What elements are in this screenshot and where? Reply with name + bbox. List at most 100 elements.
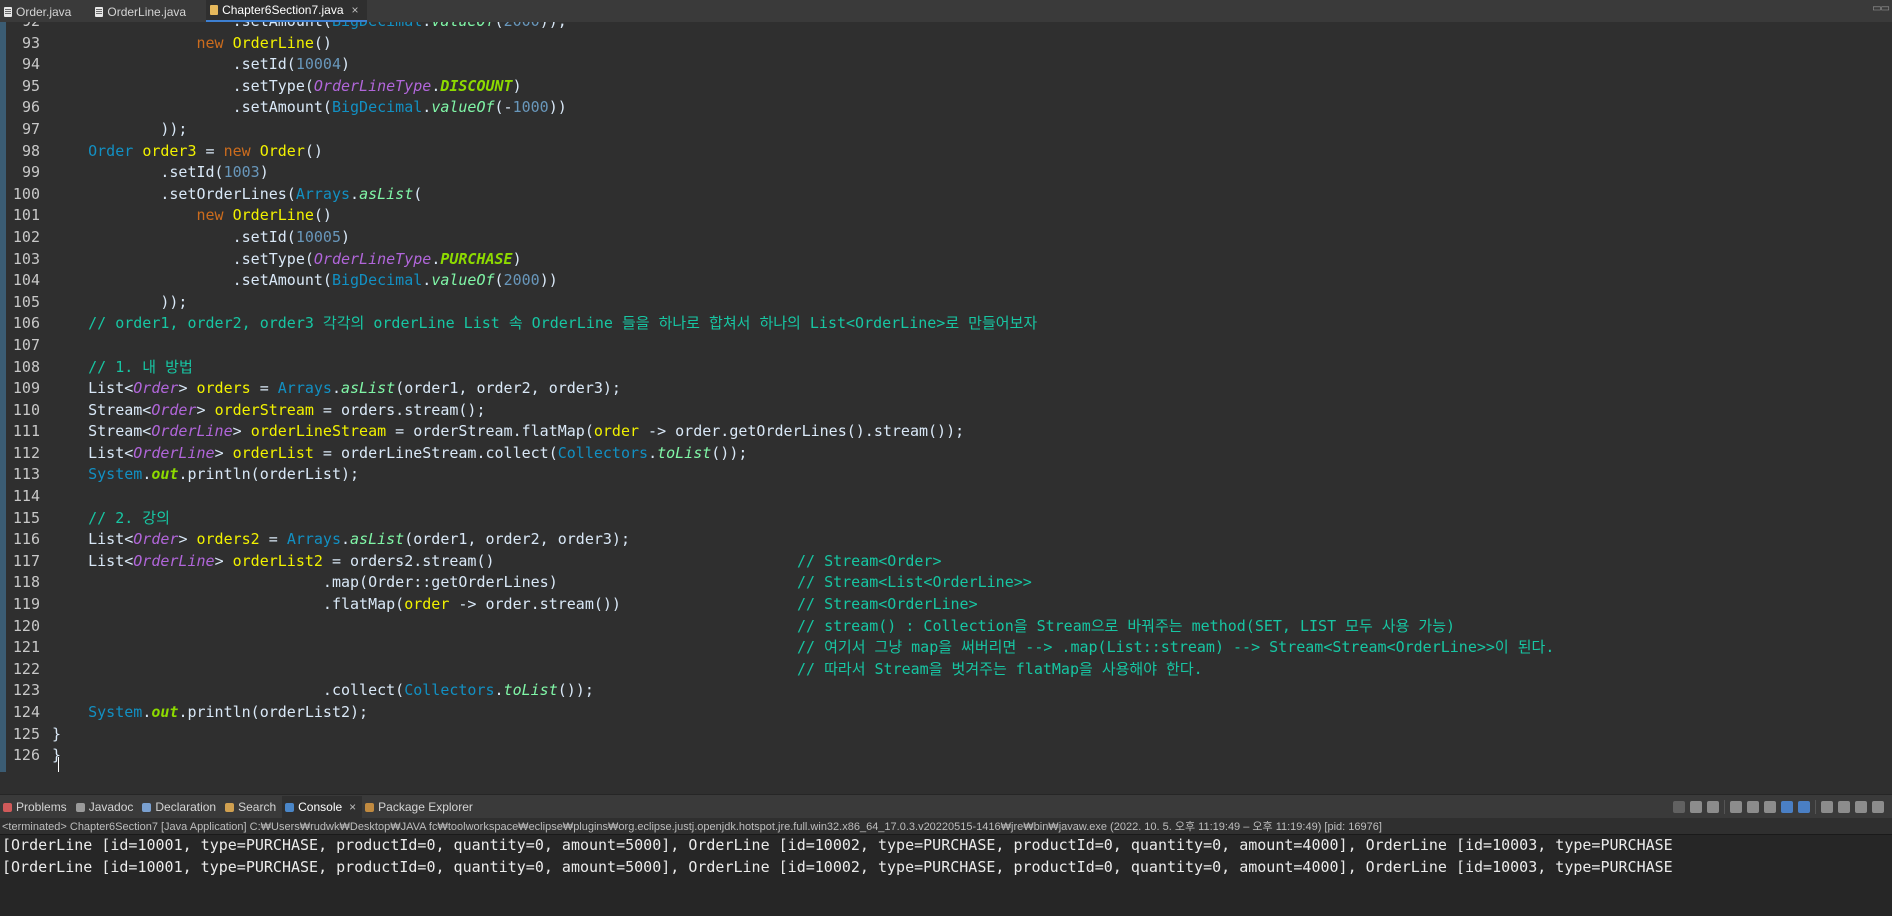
close-icon[interactable]: × (349, 800, 356, 814)
code-line: .setAmount(BigDecimal.valueOf(-1000)) (52, 97, 1882, 119)
code-token: > (178, 379, 197, 398)
line-number: 125 (12, 724, 40, 743)
code-token: // 2. 강의 (88, 508, 170, 527)
line-number: 93 (21, 33, 40, 52)
code-token: asList (350, 530, 405, 549)
console-output[interactable]: [OrderLine [id=10001, type=PURCHASE, pro… (0, 834, 1892, 916)
close-icon[interactable]: × (352, 3, 359, 17)
code-line: List<Order> orders2 = Arrays.asList(orde… (52, 529, 1882, 551)
remove-all-terminated-icon[interactable] (1707, 801, 1719, 813)
scroll-lock-icon[interactable] (1747, 801, 1759, 813)
problems-icon (3, 802, 12, 812)
remove-launch-icon[interactable] (1690, 801, 1702, 813)
code-token: DISCOUNT (440, 76, 513, 95)
code-token: OrderLineType (313, 76, 432, 95)
console-launch-description: <terminated> Chapter6Section7 [Java Appl… (0, 818, 1892, 834)
maximize-icon[interactable]: ▭▭ (1872, 3, 1890, 14)
code-token: ( (494, 271, 504, 290)
javadoc-icon (75, 802, 85, 812)
tab-orderline-java[interactable]: OrderLine.java (91, 2, 194, 22)
code-token: new (223, 141, 251, 160)
line-number: 122 (12, 659, 40, 678)
tab-chapter6section7-java[interactable]: Chapter6Section7.java × (206, 0, 367, 22)
show-on-stderr-icon[interactable] (1798, 801, 1810, 813)
code-token: } (52, 746, 62, 765)
code-editor[interactable]: 9293 94 95 96 97 98 99 100 101 102 103 104 105 106 107… (0, 22, 1892, 772)
code-token: Order (259, 141, 305, 160)
code-token: valueOf (431, 271, 495, 290)
code-line: // order1, order2, order3 각각의 orderLine … (52, 313, 1882, 335)
line-number: 114 (12, 487, 40, 506)
code-token: new (196, 33, 224, 52)
code-token: order (593, 422, 640, 441)
code-line: } (52, 724, 1882, 746)
code-token: new (196, 206, 224, 225)
display-console-icon[interactable] (1838, 801, 1850, 813)
code-token: ) (341, 55, 351, 74)
tab-declaration[interactable]: Declaration (139, 796, 222, 818)
code-token: .setType( (52, 76, 314, 95)
code-token: = orders.stream(); (313, 400, 486, 419)
code-token: .setOrderLines( (52, 184, 296, 203)
code-token: Order (151, 400, 197, 419)
line-number: 102 (12, 227, 40, 246)
code-token: = (259, 530, 287, 549)
pin-console-icon[interactable] (1821, 801, 1833, 813)
code-token: Collectors (404, 681, 495, 700)
code-token: = orderStream.flatMap( (386, 422, 594, 441)
terminate-icon[interactable] (1673, 801, 1685, 813)
code-line: .setId(10005) (52, 227, 1882, 249)
code-token: -> order.getOrderLines().stream()); (639, 422, 965, 441)
console-line: [OrderLine [id=10001, type=PURCHASE, pro… (2, 836, 1673, 854)
code-comment: // Stream<OrderLine> (797, 595, 978, 614)
tab-console[interactable]: Console × (282, 796, 363, 818)
code-token: . (494, 681, 504, 700)
code-line: // 2. 강의 (52, 508, 1882, 530)
tab-package-explorer[interactable]: Package Explorer (362, 796, 479, 818)
line-number: 120 (12, 616, 40, 635)
code-token: OrderLine (133, 443, 215, 462)
view-menu-icon[interactable] (1872, 801, 1884, 813)
open-console-icon[interactable] (1855, 801, 1867, 813)
code-token: -> order.stream()) (449, 595, 621, 614)
code-line: List<Order> orders = Arrays.asList(order… (52, 378, 1882, 400)
tab-label: OrderLine.java (107, 5, 187, 19)
line-number: 113 (12, 465, 40, 484)
code-line: Stream<OrderLine> orderLineStream = orde… (52, 421, 1882, 443)
tab-javadoc[interactable]: Javadoc (73, 796, 140, 818)
line-number: 92 (6, 22, 42, 33)
view-tab-label: Javadoc (88, 800, 134, 814)
tab-problems[interactable]: Problems (0, 796, 73, 818)
line-number: 124 (12, 703, 40, 721)
code-token: .setId( (52, 163, 224, 182)
code-line: .setOrderLines(Arrays.asList( (52, 184, 1882, 206)
code-line: new OrderLine() (52, 205, 1882, 227)
code-line: System.out.println(orderList2); (52, 702, 1882, 724)
line-number: 117 (12, 551, 40, 570)
word-wrap-icon[interactable] (1764, 801, 1776, 813)
tab-search[interactable]: Search (222, 796, 282, 818)
line-number: 100 (12, 184, 40, 203)
code-token: )) (548, 98, 567, 117)
code-line: // 따라서 Stream을 벗겨주는 flatMap을 사용해야 한다. (52, 659, 1882, 681)
code-token: ( (495, 22, 504, 30)
code-token: Stream< (52, 422, 152, 441)
code-area[interactable]: .setAmount(BigDecimal.valueOf(2000)), ne… (52, 22, 1882, 767)
code-token: () (304, 141, 323, 160)
show-on-stdout-icon[interactable] (1781, 801, 1793, 813)
code-token: Arrays (286, 530, 341, 549)
tab-label: Chapter6Section7.java (222, 3, 344, 17)
line-number: 115 (12, 508, 40, 527)
clear-console-icon[interactable] (1730, 801, 1742, 813)
line-number: 103 (12, 249, 40, 268)
tab-order-java[interactable]: Order.java (0, 2, 79, 22)
code-token: () (313, 206, 332, 225)
code-token: System (88, 703, 143, 721)
line-number-gutter: 9293 94 95 96 97 98 99 100 101 102 103 104 105 106 107… (6, 22, 42, 767)
line-number: 109 (12, 379, 40, 398)
